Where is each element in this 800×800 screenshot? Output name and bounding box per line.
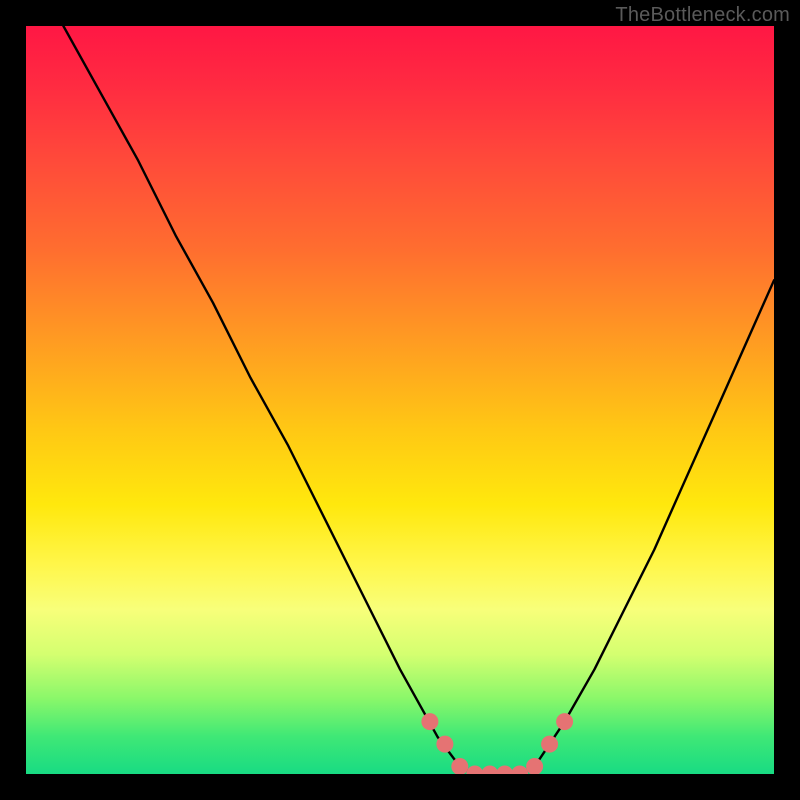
curve-marker — [541, 736, 558, 753]
curve-marker — [556, 713, 573, 730]
bottleneck-curve — [63, 26, 774, 774]
curve-marker — [436, 736, 453, 753]
curve-marker — [511, 766, 528, 775]
chart-frame — [26, 26, 774, 774]
chart-overlay — [26, 26, 774, 774]
curve-marker — [466, 766, 483, 775]
curve-marker — [421, 713, 438, 730]
attribution-label: TheBottleneck.com — [615, 4, 790, 27]
marker-group — [421, 713, 573, 774]
curve-marker — [526, 758, 543, 774]
curve-marker — [496, 766, 513, 775]
curve-marker — [481, 766, 498, 775]
